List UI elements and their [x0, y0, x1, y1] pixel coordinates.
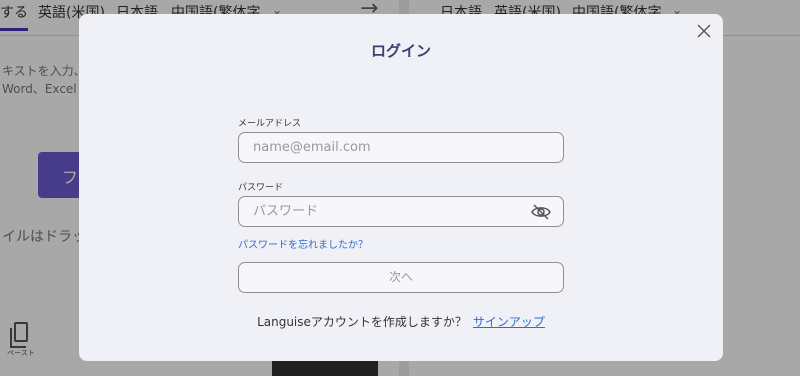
email-field[interactable]	[239, 133, 563, 162]
email-label: メールアドレス	[238, 119, 302, 129]
login-title: ログイン	[370, 42, 431, 60]
password-label: パスワード	[238, 183, 284, 193]
password-field-wrapper	[238, 196, 564, 227]
signup-prompt: Languiseアカウントを作成しますか？	[257, 315, 467, 329]
signup-link[interactable]: サインアップ	[473, 315, 545, 329]
password-field[interactable]	[239, 197, 563, 226]
close-icon[interactable]	[695, 22, 713, 40]
email-field-wrapper	[238, 132, 564, 163]
eye-off-icon[interactable]	[531, 203, 551, 221]
forgot-password-link[interactable]: パスワードを忘れましたか？	[238, 236, 368, 251]
signup-row: Languiseアカウントを作成しますか？ サインアップ	[79, 313, 723, 330]
next-button[interactable]: 次へ	[238, 262, 564, 293]
login-modal: ログイン メールアドレス パスワード パスワードを忘れましたか？ 次へ Lang…	[79, 14, 723, 361]
